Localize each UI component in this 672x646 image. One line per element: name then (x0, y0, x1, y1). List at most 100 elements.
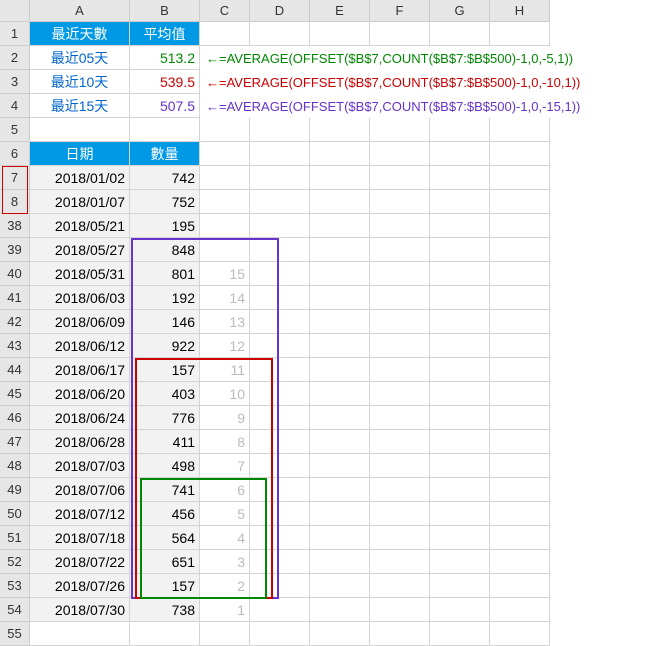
row-header[interactable]: 55 (0, 622, 30, 646)
cell[interactable] (130, 118, 200, 142)
cell[interactable] (130, 622, 200, 646)
cell-label[interactable]: 最近05天 (30, 46, 130, 70)
cell-qty[interactable]: 403 (130, 382, 200, 406)
cell-date[interactable]: 2018/06/17 (30, 358, 130, 382)
cell[interactable] (310, 502, 370, 526)
cell-countdown[interactable]: 5 (200, 502, 250, 526)
cell[interactable] (370, 262, 430, 286)
cell[interactable] (370, 310, 430, 334)
cell[interactable] (490, 22, 550, 46)
cell[interactable] (250, 22, 310, 46)
cell[interactable] (370, 406, 430, 430)
cell[interactable] (250, 214, 310, 238)
cell-header-date[interactable]: 日期 (30, 142, 130, 166)
cell-countdown[interactable]: 15 (200, 262, 250, 286)
cell-formula[interactable]: ←=AVERAGE(OFFSET($B$7,COUNT($B$7:$B$500)… (200, 46, 640, 70)
row-header[interactable]: 39 (0, 238, 30, 262)
cell[interactable] (250, 262, 310, 286)
cell-countdown[interactable]: 13 (200, 310, 250, 334)
cell-countdown[interactable] (200, 238, 250, 262)
cell[interactable] (310, 166, 370, 190)
cell[interactable] (430, 118, 490, 142)
cell-header-avg[interactable]: 平均值 (130, 22, 200, 46)
cell[interactable] (370, 142, 430, 166)
row-header[interactable]: 52 (0, 550, 30, 574)
row-header[interactable]: 2 (0, 46, 30, 70)
cell-countdown[interactable]: 6 (200, 478, 250, 502)
cell[interactable] (310, 622, 370, 646)
cell[interactable] (250, 430, 310, 454)
cell[interactable] (430, 142, 490, 166)
cell-qty[interactable]: 456 (130, 502, 200, 526)
row-header[interactable]: 44 (0, 358, 30, 382)
cell[interactable] (250, 454, 310, 478)
cell[interactable] (490, 238, 550, 262)
cell-date[interactable]: 2018/06/24 (30, 406, 130, 430)
cell-qty[interactable]: 157 (130, 574, 200, 598)
cell[interactable] (30, 622, 130, 646)
cell[interactable] (310, 118, 370, 142)
cell-qty[interactable]: 848 (130, 238, 200, 262)
cell[interactable] (250, 358, 310, 382)
cell-countdown[interactable]: 12 (200, 334, 250, 358)
cell-header-qty[interactable]: 數量 (130, 142, 200, 166)
cell[interactable] (250, 550, 310, 574)
row-header[interactable]: 45 (0, 382, 30, 406)
cell[interactable] (490, 262, 550, 286)
cell[interactable] (370, 382, 430, 406)
cell[interactable] (490, 382, 550, 406)
cell[interactable] (490, 406, 550, 430)
cell-countdown[interactable]: 11 (200, 358, 250, 382)
cell-date[interactable]: 2018/07/06 (30, 478, 130, 502)
cell[interactable] (310, 334, 370, 358)
cell[interactable] (310, 406, 370, 430)
cell[interactable] (310, 214, 370, 238)
cell[interactable] (370, 622, 430, 646)
cell[interactable] (370, 166, 430, 190)
col-header-D[interactable]: D (250, 0, 310, 22)
cell[interactable] (310, 550, 370, 574)
cell[interactable] (250, 286, 310, 310)
cell-countdown[interactable]: 4 (200, 526, 250, 550)
cell[interactable] (430, 262, 490, 286)
cell[interactable] (250, 118, 310, 142)
cell-date[interactable]: 2018/06/20 (30, 382, 130, 406)
cell[interactable] (430, 406, 490, 430)
cell-date[interactable]: 2018/07/30 (30, 598, 130, 622)
cell[interactable] (250, 478, 310, 502)
row-header[interactable]: 4 (0, 94, 30, 118)
cell[interactable] (490, 478, 550, 502)
cell-countdown[interactable]: 9 (200, 406, 250, 430)
cell[interactable] (490, 526, 550, 550)
cell-date[interactable]: 2018/05/31 (30, 262, 130, 286)
cell[interactable] (370, 598, 430, 622)
cell-date[interactable]: 2018/07/18 (30, 526, 130, 550)
cell-qty[interactable]: 801 (130, 262, 200, 286)
cell[interactable] (370, 478, 430, 502)
col-header-E[interactable]: E (310, 0, 370, 22)
cell-label[interactable]: 最近15天 (30, 94, 130, 118)
cell[interactable] (430, 526, 490, 550)
cell[interactable] (490, 214, 550, 238)
cell[interactable] (310, 574, 370, 598)
cell-qty[interactable]: 922 (130, 334, 200, 358)
cell[interactable] (370, 118, 430, 142)
cell-qty[interactable]: 411 (130, 430, 200, 454)
cell[interactable] (430, 622, 490, 646)
cell[interactable] (200, 118, 250, 142)
cell[interactable] (430, 454, 490, 478)
cell[interactable] (250, 334, 310, 358)
row-header[interactable]: 5 (0, 118, 30, 142)
cell[interactable] (310, 454, 370, 478)
cell-qty[interactable]: 498 (130, 454, 200, 478)
cell-date[interactable]: 2018/05/27 (30, 238, 130, 262)
col-header-H[interactable]: H (490, 0, 550, 22)
cell[interactable] (430, 598, 490, 622)
row-header[interactable]: 8 (0, 190, 30, 214)
cell[interactable] (430, 358, 490, 382)
cell[interactable] (310, 142, 370, 166)
cell[interactable] (430, 310, 490, 334)
cell-countdown[interactable]: 10 (200, 382, 250, 406)
cell[interactable] (490, 310, 550, 334)
cell-header-days[interactable]: 最近天數 (30, 22, 130, 46)
